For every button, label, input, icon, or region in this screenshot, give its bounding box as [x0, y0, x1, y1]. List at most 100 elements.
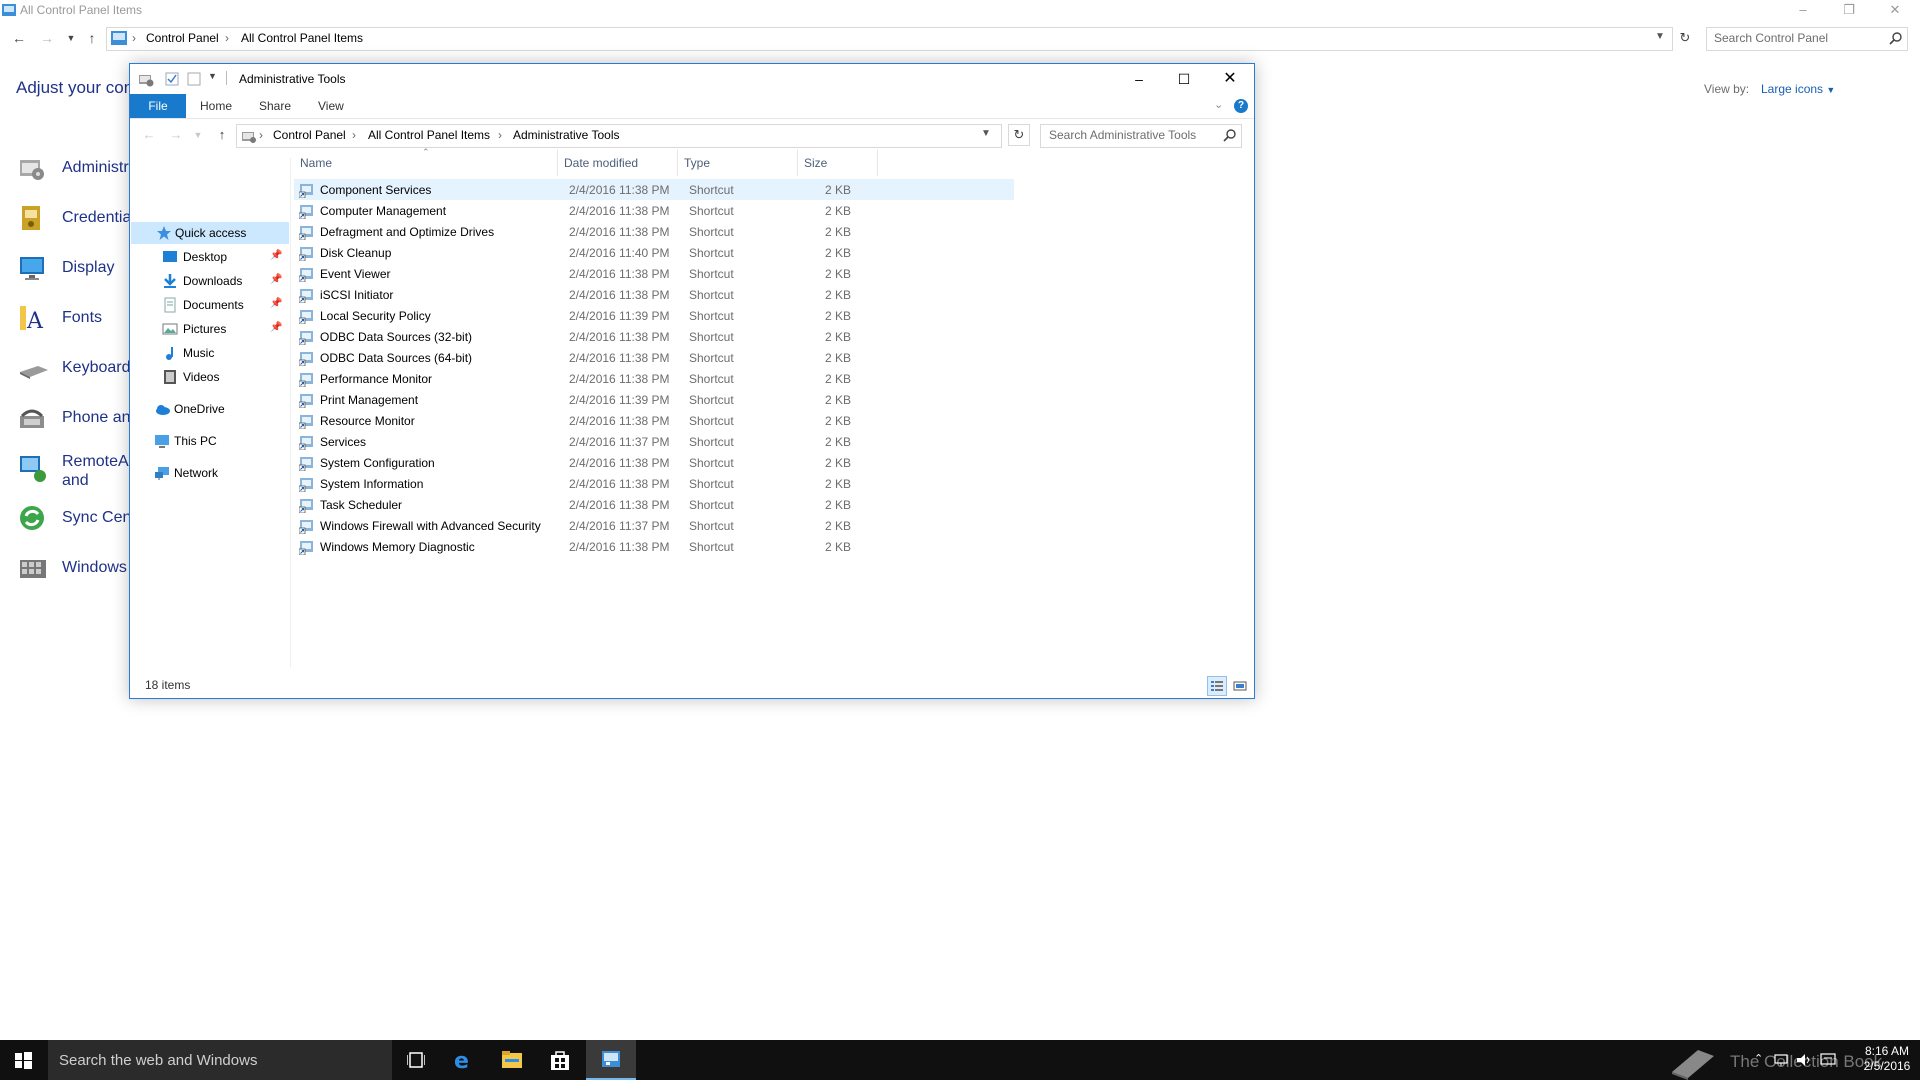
- back-button[interactable]: ←: [141, 126, 157, 144]
- up-button[interactable]: ↑: [214, 126, 230, 144]
- book-logo-icon: [1672, 1050, 1714, 1080]
- show-hidden-icons-icon[interactable]: ⌃: [1754, 1052, 1763, 1065]
- expand-ribbon-icon[interactable]: ⌄: [1214, 98, 1223, 111]
- new-folder-icon[interactable]: [186, 71, 202, 87]
- file-name: Task Scheduler: [320, 498, 403, 512]
- table-row[interactable]: Task Scheduler 2/4/2016 11:38 PM Shortcut 2…: [294, 494, 1014, 515]
- table-row[interactable]: System Configuration 2/4/2016 11:38 PM Sho…: [294, 452, 1014, 473]
- nav-videos[interactable]: Videos: [130, 366, 288, 388]
- taskbar-search[interactable]: Search the web and Windows: [48, 1040, 392, 1080]
- column-header-name[interactable]: Name: [294, 150, 558, 176]
- maximize-button[interactable]: ☐: [1164, 68, 1204, 90]
- network-status-icon[interactable]: [1774, 1053, 1788, 1067]
- taskbar-file-explorer[interactable]: [488, 1040, 536, 1080]
- file-name: System Configuration: [320, 456, 435, 470]
- taskbar-store[interactable]: [536, 1040, 584, 1080]
- tab-view[interactable]: View: [318, 99, 344, 113]
- table-row[interactable]: Windows Memory Diagnostic 2/4/2016 11:38 …: [294, 536, 1014, 557]
- recent-locations-button[interactable]: ▼: [62, 29, 80, 47]
- table-row[interactable]: Local Security Policy 2/4/2016 11:39 PM Sh…: [294, 305, 1014, 326]
- column-header-date[interactable]: Date modified: [558, 150, 678, 176]
- view-by-dropdown[interactable]: Large icons ▼: [1761, 82, 1835, 96]
- search-input[interactable]: Search Control Panel: [1706, 27, 1908, 51]
- file-name: Disk Cleanup: [320, 246, 392, 260]
- table-row[interactable]: Windows Firewall with Advanced Security 2…: [294, 515, 1014, 536]
- breadcrumb-control-panel[interactable]: Control Panel: [273, 128, 346, 142]
- taskbar-control-panel[interactable]: [586, 1040, 636, 1080]
- table-row[interactable]: Print Management 2/4/2016 11:39 PM Shortcu…: [294, 389, 1014, 410]
- nav-downloads[interactable]: Downloads 📌: [130, 270, 288, 292]
- search-input[interactable]: Search Administrative Tools: [1040, 124, 1242, 148]
- nav-onedrive[interactable]: OneDrive: [130, 398, 288, 420]
- tab-share[interactable]: Share: [259, 99, 291, 113]
- pin-icon[interactable]: 📌: [270, 274, 282, 285]
- refresh-button[interactable]: ↻: [1008, 124, 1030, 146]
- pin-icon[interactable]: 📌: [270, 298, 282, 309]
- table-row[interactable]: Services 2/4/2016 11:37 PM Shortcut 2 KB: [294, 431, 1014, 452]
- file-type: Shortcut: [689, 414, 734, 428]
- action-center-icon[interactable]: [1820, 1053, 1836, 1067]
- pin-icon[interactable]: 📌: [270, 322, 282, 333]
- restore-button[interactable]: ❐: [1836, 2, 1862, 20]
- pin-icon[interactable]: 📌: [270, 250, 282, 261]
- start-button[interactable]: [0, 1040, 48, 1080]
- table-row[interactable]: Component Services 2/4/2016 11:38 PM Short…: [294, 179, 1014, 200]
- breadcrumb-administrative-tools[interactable]: Administrative Tools: [513, 128, 620, 142]
- table-row[interactable]: ODBC Data Sources (32-bit) 2/4/2016 11:38…: [294, 326, 1014, 347]
- breadcrumb-all-items[interactable]: All Control Panel Items: [241, 31, 363, 45]
- tab-file[interactable]: File: [130, 94, 186, 118]
- nav-music[interactable]: Music: [130, 342, 288, 364]
- breadcrumb-all-items[interactable]: All Control Panel Items: [368, 128, 490, 142]
- column-header-size[interactable]: Size: [798, 150, 878, 176]
- address-bar[interactable]: › Control Panel › All Control Panel Item…: [236, 124, 1002, 148]
- table-row[interactable]: ODBC Data Sources (64-bit) 2/4/2016 11:38…: [294, 347, 1014, 368]
- shortcut-icon: [299, 289, 313, 303]
- breadcrumb-control-panel[interactable]: Control Panel: [146, 31, 219, 45]
- navigation-pane: Quick access Desktop 📌 Downloads 📌 Docum…: [130, 158, 291, 668]
- shortcut-icon: [299, 394, 313, 408]
- details-view-button[interactable]: [1207, 676, 1227, 696]
- forward-button[interactable]: →: [38, 29, 56, 47]
- address-bar[interactable]: › Control Panel › All Control Panel Item…: [106, 27, 1673, 51]
- forward-button[interactable]: →: [168, 126, 184, 144]
- help-icon[interactable]: ?: [1234, 99, 1248, 113]
- file-date: 2/4/2016 11:38 PM: [569, 288, 670, 302]
- nav-pictures[interactable]: Pictures 📌: [130, 318, 288, 340]
- videos-folder-icon: [164, 370, 176, 384]
- nav-documents[interactable]: Documents 📌: [130, 294, 288, 316]
- properties-icon[interactable]: [164, 71, 180, 87]
- task-view-button[interactable]: [392, 1040, 440, 1080]
- back-button[interactable]: ←: [10, 29, 28, 47]
- table-row[interactable]: iSCSI Initiator 2/4/2016 11:38 PM Shortcut…: [294, 284, 1014, 305]
- nav-quick-access-label: Quick access: [175, 226, 247, 240]
- minimize-button[interactable]: –: [1790, 2, 1816, 20]
- table-row[interactable]: Disk Cleanup 2/4/2016 11:40 PM Shortcut 2 K…: [294, 242, 1014, 263]
- nav-quick-access[interactable]: Quick access: [131, 222, 289, 244]
- column-header-type[interactable]: Type: [678, 150, 798, 176]
- clock[interactable]: 8:16 AM 2/5/2016: [1856, 1044, 1918, 1074]
- table-row[interactable]: Performance Monitor 2/4/2016 11:38 PM Shor…: [294, 368, 1014, 389]
- recent-locations-button[interactable]: ▼: [190, 126, 206, 144]
- table-row[interactable]: Resource Monitor 2/4/2016 11:38 PM Shortcu…: [294, 410, 1014, 431]
- nav-desktop[interactable]: Desktop 📌: [130, 246, 288, 268]
- onedrive-icon: [156, 405, 170, 415]
- up-button[interactable]: ↑: [83, 29, 101, 47]
- refresh-button[interactable]: ↻: [1676, 29, 1694, 47]
- customize-quick-access-icon[interactable]: ▼: [208, 71, 224, 87]
- minimize-button[interactable]: –: [1119, 68, 1159, 90]
- address-dropdown-icon[interactable]: ▼: [1655, 31, 1665, 42]
- table-row[interactable]: Event Viewer 2/4/2016 11:38 PM Shortcut 2 K…: [294, 263, 1014, 284]
- nav-network[interactable]: Network: [130, 462, 288, 484]
- table-row[interactable]: System Information 2/4/2016 11:38 PM Short…: [294, 473, 1014, 494]
- taskbar-edge[interactable]: e: [440, 1040, 488, 1080]
- table-row[interactable]: Defragment and Optimize Drives 2/4/2016 1…: [294, 221, 1014, 242]
- close-button[interactable]: ✕: [1210, 68, 1250, 90]
- close-button[interactable]: ✕: [1882, 2, 1908, 20]
- volume-icon[interactable]: [1796, 1053, 1812, 1067]
- table-row[interactable]: Computer Management 2/4/2016 11:38 PM Shor…: [294, 200, 1014, 221]
- nav-this-pc[interactable]: This PC: [130, 430, 288, 452]
- file-size: 2 KB: [824, 456, 851, 470]
- address-dropdown-icon[interactable]: ▼: [981, 128, 991, 139]
- tab-home[interactable]: Home: [200, 99, 232, 113]
- large-icons-view-button[interactable]: [1230, 676, 1250, 696]
